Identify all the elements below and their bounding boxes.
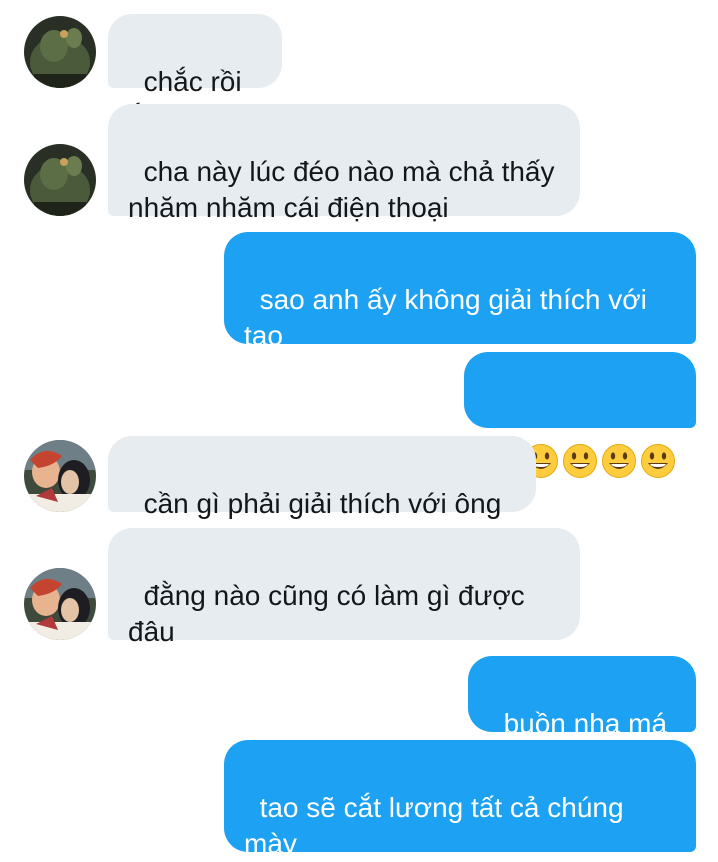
anime-character-avatar [24, 440, 96, 512]
message-text: cần gì phải giải thích với ông [143, 488, 502, 519]
message-bubble[interactable]: sao anh ấy không giải thích với tao [224, 232, 696, 351]
message-bubble[interactable] [464, 352, 696, 478]
anime-character-avatar [24, 568, 96, 640]
green-figure-avatar [24, 16, 96, 88]
message-bubble[interactable]: cần gì phải giải thích với ông [108, 436, 536, 519]
message-text: sao anh ấy không giải thích với tao [244, 284, 655, 351]
avatar[interactable] [24, 16, 96, 88]
message-bubble[interactable]: cha này lúc đéo nào mà chả thấy nhăm nhă… [108, 104, 580, 223]
message-bubble[interactable]: chắc rồi ắ [108, 14, 282, 133]
message-text: tao sẽ cắt lương tất cả chúng mày [244, 792, 632, 859]
message-bubble[interactable]: tao sẽ cắt lương tất cả chúng mày [224, 740, 696, 859]
message-bubble[interactable]: đằng nào cũng có làm gì được đâu [108, 528, 580, 647]
smiley-emoji [641, 444, 675, 478]
message-bubble[interactable]: buồn nha má [468, 656, 696, 739]
smiley-emoji [563, 444, 597, 478]
message-text: buồn nha má [503, 708, 668, 739]
avatar[interactable] [24, 568, 96, 640]
avatar[interactable] [24, 440, 96, 512]
avatar[interactable] [24, 144, 96, 216]
green-figure-avatar [24, 144, 96, 216]
message-text: đằng nào cũng có làm gì được đâu [128, 580, 533, 647]
message-text: cha này lúc đéo nào mà chả thấy nhăm nhă… [128, 156, 563, 223]
smiley-emoji [602, 444, 636, 478]
